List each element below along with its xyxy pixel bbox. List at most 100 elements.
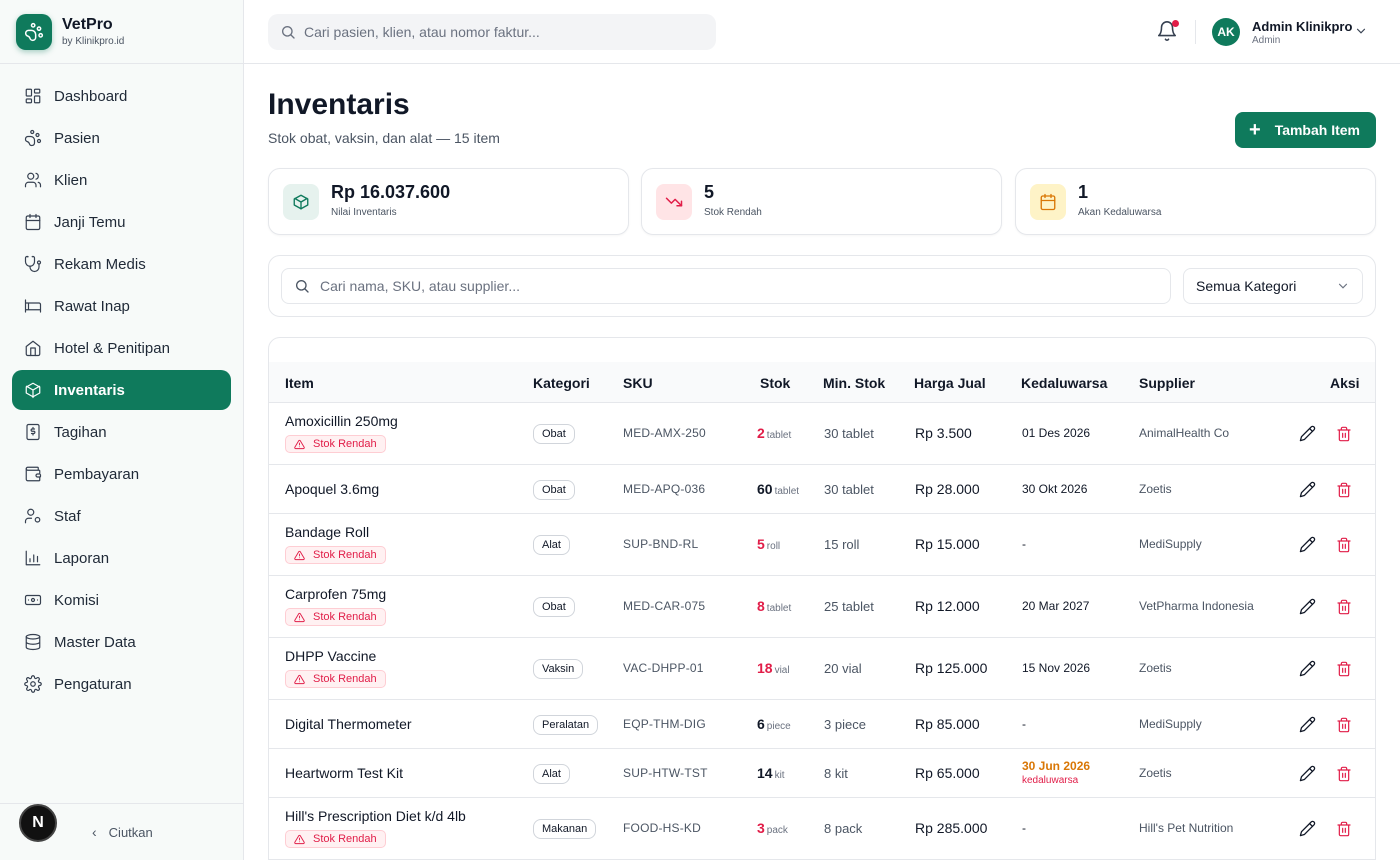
edit-button[interactable] <box>1299 765 1316 787</box>
item-name[interactable]: Heartworm Test Kit <box>285 765 403 781</box>
low-stock-badge: Stok Rendah <box>285 546 386 564</box>
alert-triangle-icon <box>294 550 305 560</box>
chevron-down-icon[interactable] <box>1354 24 1368 38</box>
delete-button[interactable] <box>1336 821 1352 842</box>
sidebar-item-rawat-inap[interactable]: Rawat Inap <box>12 286 231 326</box>
database-icon <box>25 633 41 651</box>
table-row: Apoquel 3.6mg Obat MED-APQ-036 60 tablet 30 t… <box>269 465 1375 514</box>
column-header[interactable]: Kedaluwarsa <box>1021 375 1107 391</box>
edit-button[interactable] <box>1299 716 1316 738</box>
category-select[interactable]: Semua Kategori <box>1183 268 1363 304</box>
collapse-button[interactable]: ‹ Ciutkan <box>92 824 153 840</box>
item-cell: Apoquel 3.6mg <box>285 481 379 497</box>
column-header[interactable]: Stok <box>760 375 790 391</box>
item-name[interactable]: Hill's Prescription Diet k/d 4lb <box>285 808 466 824</box>
home-icon <box>25 340 41 357</box>
sidebar-item-inventaris[interactable]: Inventaris <box>12 370 231 410</box>
supplier-cell: MediSupply <box>1139 537 1202 551</box>
delete-button[interactable] <box>1336 766 1352 787</box>
sidebar-item-laporan[interactable]: Laporan <box>12 538 231 578</box>
divider <box>1195 20 1196 44</box>
sidebar-item-label: Rawat Inap <box>54 297 130 315</box>
sidebar-item-hotel[interactable]: Hotel & Penitipan <box>12 328 231 368</box>
edit-button[interactable] <box>1299 425 1316 447</box>
column-header[interactable]: Supplier <box>1139 375 1195 391</box>
alert-triangle-icon <box>294 612 305 622</box>
expiry-date: 20 Mar 2027 <box>1022 599 1090 613</box>
sidebar-item-pengaturan[interactable]: Pengaturan <box>12 664 231 704</box>
sidebar-item-master-data[interactable]: Master Data <box>12 622 231 662</box>
item-name[interactable]: Amoxicillin 250mg <box>285 413 398 429</box>
column-header[interactable]: Kategori <box>533 375 590 391</box>
sidebar-item-label: Staf <box>54 507 81 525</box>
item-name[interactable]: DHPP Vaccine <box>285 648 386 664</box>
inventory-search-input[interactable] <box>320 278 1160 294</box>
delete-button[interactable] <box>1336 537 1352 558</box>
column-header[interactable]: Harga Jual <box>914 375 986 391</box>
bar-chart-icon <box>25 550 41 566</box>
category-pill: Vaksin <box>533 659 584 679</box>
min-stock-cell: 30 tablet <box>824 426 874 441</box>
stock-value: 60 <box>757 480 773 497</box>
low-stock-badge: Stok Rendah <box>285 830 386 848</box>
add-item-button[interactable]: + Tambah Item <box>1235 112 1376 148</box>
column-header: Aksi <box>1330 375 1360 391</box>
sku-cell: MED-APQ-036 <box>623 481 706 496</box>
sidebar-item-pembayaran[interactable]: Pembayaran <box>12 454 231 494</box>
sidebar-item-janji-temu[interactable]: Janji Temu <box>12 202 231 242</box>
trash-icon <box>1337 482 1351 497</box>
edit-button[interactable] <box>1299 481 1316 503</box>
sidebar-item-label: Pengaturan <box>54 675 132 693</box>
user-name[interactable]: Admin Klinikpro <box>1252 19 1352 34</box>
item-name[interactable]: Bandage Roll <box>285 524 386 540</box>
low-stock-label: Stok Rendah <box>313 673 377 685</box>
brand[interactable]: VetPro by Klinikpro.id <box>0 0 243 64</box>
collapse-label: Ciutkan <box>108 824 153 840</box>
edit-button[interactable] <box>1299 820 1316 842</box>
column-header[interactable]: Item <box>285 375 314 391</box>
delete-button[interactable] <box>1336 482 1352 503</box>
delete-button[interactable] <box>1336 661 1352 682</box>
next-badge[interactable]: N <box>19 804 57 842</box>
delete-button[interactable] <box>1336 426 1352 447</box>
sidebar-item-tagihan[interactable]: Tagihan <box>12 412 231 452</box>
expiry-cell: 15 Nov 2026 <box>1022 661 1090 675</box>
table-row: Digital Thermometer Peralatan EQP-THM-DIG 6… <box>269 700 1375 749</box>
edit-button[interactable] <box>1299 660 1316 682</box>
sidebar-item-dashboard[interactable]: Dashboard <box>12 76 231 116</box>
global-search[interactable] <box>268 14 716 50</box>
expiry-date: - <box>1022 716 1026 731</box>
global-search-input[interactable] <box>304 24 704 40</box>
sidebar-item-staf[interactable]: Staf <box>12 496 231 536</box>
category-cell: Obat <box>533 424 575 444</box>
column-header[interactable]: Min. Stok <box>823 375 885 391</box>
edit-button[interactable] <box>1299 598 1316 620</box>
plus-icon: + <box>1249 119 1261 141</box>
delete-button[interactable] <box>1336 717 1352 738</box>
sidebar-nav: Dashboard Pasien Klien Janji Temu Rekam … <box>0 64 243 718</box>
expiry-date: 30 Jun 2026 <box>1022 758 1091 773</box>
item-name[interactable]: Carprofen 75mg <box>285 586 386 602</box>
sidebar-item-klien[interactable]: Klien <box>12 160 231 200</box>
stock-value: 14 <box>757 764 773 781</box>
inventory-search[interactable] <box>281 268 1171 304</box>
price-cell: Rp 3.500 <box>915 425 972 441</box>
column-header[interactable]: SKU <box>623 375 653 391</box>
sidebar-item-label: Klien <box>54 171 88 189</box>
sidebar-item-pasien[interactable]: Pasien <box>12 118 231 158</box>
sidebar-item-rekam-medis[interactable]: Rekam Medis <box>12 244 231 284</box>
trash-icon <box>1337 537 1351 553</box>
bed-icon <box>24 299 42 313</box>
sidebar-item-label: Dashboard <box>54 87 128 105</box>
delete-button[interactable] <box>1336 599 1352 620</box>
edit-button[interactable] <box>1299 536 1316 558</box>
expiry-cell: 30 Jun 2026 kedaluwarsa <box>1022 759 1090 786</box>
avatar[interactable]: AK <box>1212 18 1240 46</box>
sidebar-item-komisi[interactable]: Komisi <box>12 580 231 620</box>
paw-icon <box>24 129 42 147</box>
item-name[interactable]: Apoquel 3.6mg <box>285 481 379 497</box>
item-name[interactable]: Digital Thermometer <box>285 716 412 732</box>
item-cell: Digital Thermometer <box>285 716 412 732</box>
sidebar-item-label: Rekam Medis <box>54 255 146 273</box>
brand-subtitle: by Klinikpro.id <box>62 35 125 47</box>
